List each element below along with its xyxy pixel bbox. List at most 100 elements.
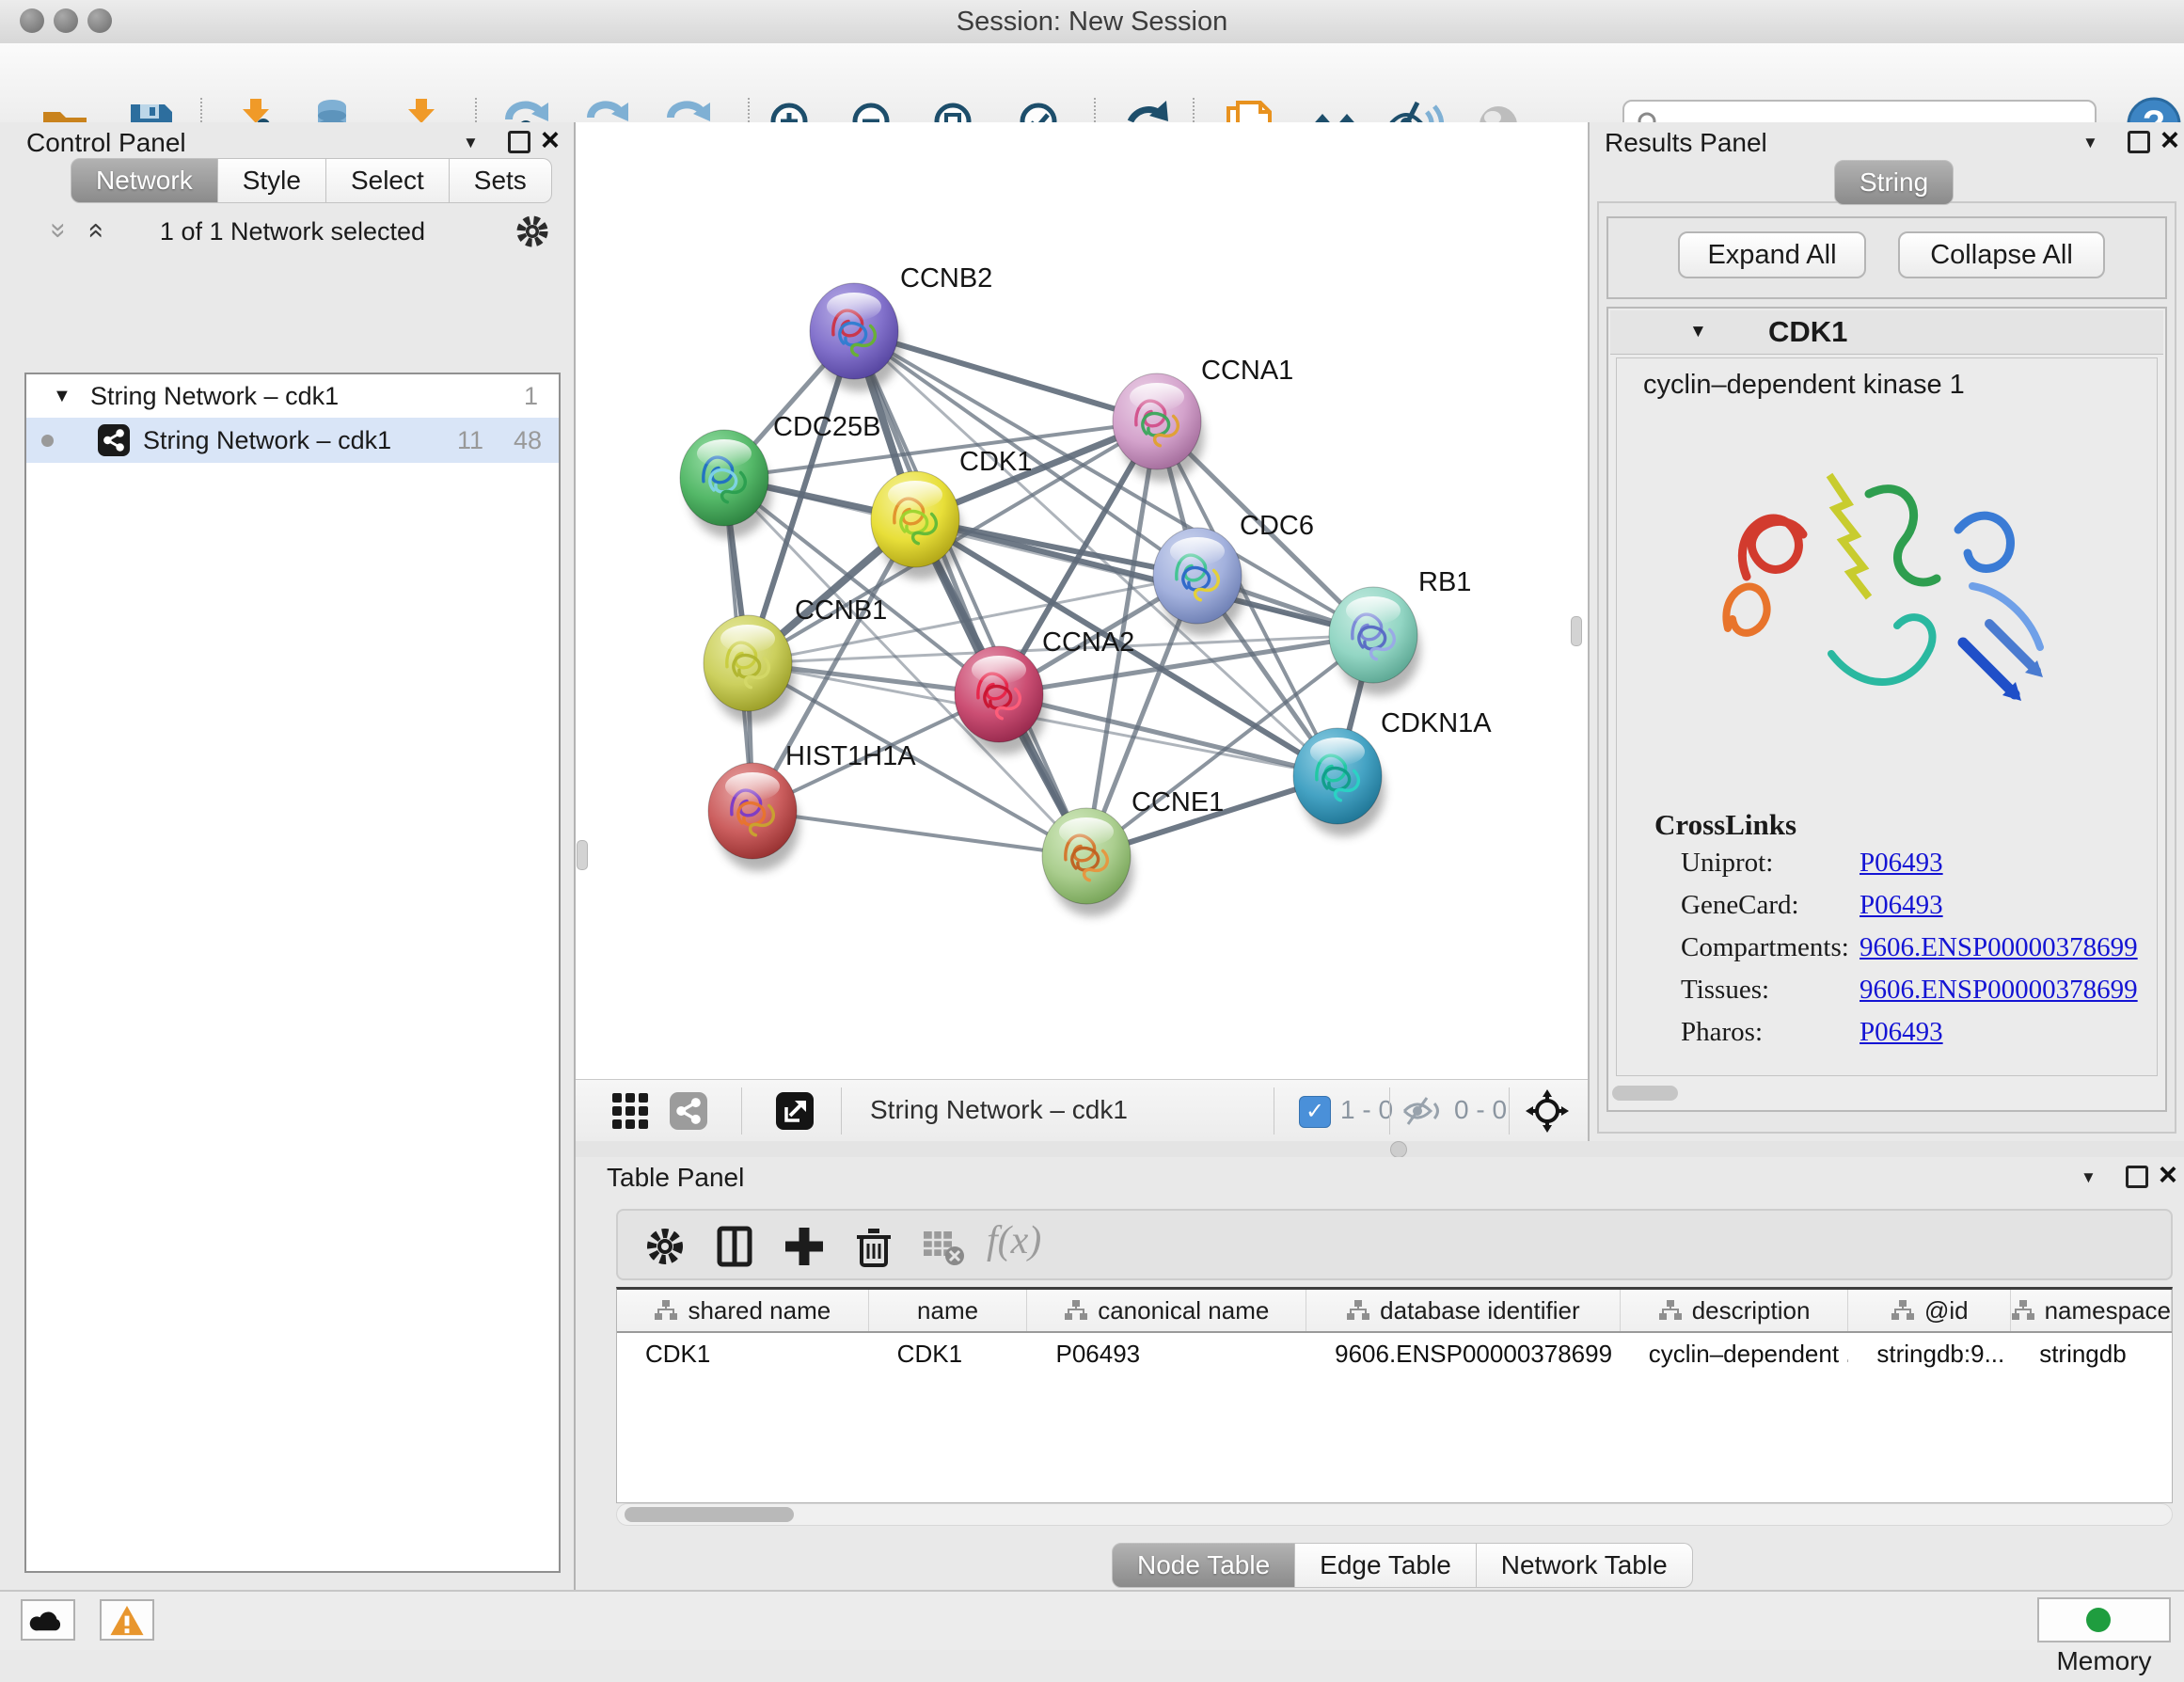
table-hscrollbar[interactable] — [616, 1503, 2173, 1526]
control-panel-menu-icon[interactable]: ▼ — [463, 134, 479, 152]
crosslink-url[interactable]: P06493 — [1860, 890, 1943, 921]
table-cell[interactable]: stringdb — [2011, 1333, 2172, 1374]
network-node-RB1[interactable] — [1329, 587, 1420, 695]
collection-count: 1 — [524, 374, 538, 418]
column-label: description — [1692, 1296, 1811, 1325]
edge-count: 48 — [514, 418, 542, 463]
automation-cloud-button[interactable] — [21, 1599, 75, 1641]
tab-node-table[interactable]: Node Table — [1112, 1543, 1295, 1588]
network-edge[interactable] — [854, 331, 1086, 856]
network-options-gear-icon[interactable] — [514, 213, 551, 250]
main-toolbar: ? — [0, 43, 2184, 124]
column-header-canonical-name[interactable]: canonical name — [1027, 1290, 1306, 1331]
results-panel-menu-icon[interactable]: ▼ — [2082, 134, 2098, 152]
network-tree-item-row[interactable]: String Network – cdk1 11 48 — [26, 418, 559, 463]
network-node-CCNB1[interactable] — [704, 615, 795, 723]
network-node-label: CCNA1 — [1201, 356, 1293, 386]
column-header-description[interactable]: description — [1621, 1290, 1849, 1331]
results-hscroll-thumb[interactable] — [1612, 1086, 1678, 1101]
table-panel-menu-icon[interactable]: ▼ — [2081, 1168, 2097, 1187]
column-type-icon — [1346, 1299, 1370, 1322]
column-header-namespace[interactable]: namespace — [2011, 1290, 2172, 1331]
network-view-icon[interactable] — [670, 1092, 707, 1130]
network-selection-bar: » » 1 of 1 Network selected — [24, 211, 561, 252]
cloud-icon — [28, 1606, 68, 1634]
network-tree: ▼ String Network – cdk1 1 String Network… — [24, 373, 561, 1573]
table-panel-close-icon[interactable]: × — [2159, 1166, 2177, 1184]
control-panel-close-icon[interactable]: × — [541, 131, 560, 150]
collapse-all-button[interactable]: Collapse All — [1898, 231, 2105, 278]
crosslink-row: Pharos:P06493 — [1681, 1017, 2151, 1048]
left-splitter-grip[interactable] — [577, 840, 588, 870]
table-cell[interactable]: CDK1 — [869, 1333, 1028, 1374]
grid-view-icon[interactable] — [611, 1092, 649, 1130]
tree-expand-icon[interactable]: ▼ — [53, 374, 71, 418]
tab-network[interactable]: Network — [71, 158, 218, 203]
table-options-gear-icon[interactable] — [642, 1224, 688, 1269]
right-splitter-grip[interactable] — [1571, 616, 1582, 646]
table-cell[interactable]: CDK1 — [617, 1333, 869, 1374]
show-columns-icon[interactable] — [712, 1224, 757, 1269]
results-panel-float-icon[interactable] — [2128, 131, 2150, 153]
network-node-CDKN1A[interactable] — [1293, 728, 1385, 836]
table-panel-float-icon[interactable] — [2126, 1166, 2148, 1188]
tab-string[interactable]: String — [1834, 160, 1954, 205]
column-header-name[interactable]: name — [869, 1290, 1028, 1331]
control-panel-float-icon[interactable] — [508, 131, 530, 153]
warnings-button[interactable] — [100, 1599, 154, 1641]
table-cell[interactable]: stringdb:9... — [1848, 1333, 2011, 1374]
tab-edge-table[interactable]: Edge Table — [1295, 1543, 1477, 1588]
network-node-CDK1[interactable] — [871, 471, 962, 579]
results-panel-close-icon[interactable]: × — [2160, 131, 2179, 150]
hidden-count: 0 - 0 — [1454, 1080, 1507, 1140]
memory-label: Memory — [2056, 1646, 2151, 1675]
network-canvas[interactable]: CCNB2CCNA1CDC25BCDK1CDC6RB1CCNB1CCNA2CDK… — [576, 122, 1588, 1079]
network-node-CCNA2[interactable] — [955, 646, 1046, 754]
selected-count: 1 - 0 — [1340, 1080, 1393, 1140]
crosslink-url[interactable]: 9606.ENSP00000378699 — [1860, 975, 2138, 1006]
tab-network-table[interactable]: Network Table — [1477, 1543, 1693, 1588]
gene-section-body: cyclin–dependent kinase 1 CrossLinks Uni… — [1616, 357, 2158, 1076]
protein-structure-image — [1690, 417, 2085, 793]
table-header-row: shared namenamecanonical namedatabase id… — [617, 1290, 2172, 1333]
network-node-CDC25B[interactable] — [680, 430, 771, 538]
gene-section-header[interactable]: ▼ CDK1 — [1610, 310, 2163, 355]
hidden-elements-icon[interactable] — [1402, 1096, 1444, 1126]
tab-sets[interactable]: Sets — [450, 158, 552, 203]
table-hscroll-thumb[interactable] — [625, 1507, 794, 1522]
network-node-HIST1H1A[interactable] — [708, 763, 799, 871]
selected-nodes-checkbox[interactable]: ✓ — [1299, 1096, 1331, 1128]
horizontal-splitter[interactable] — [576, 1141, 2184, 1157]
results-panel-title: Results Panel — [1605, 128, 1767, 158]
network-graph[interactable]: CCNB2CCNA1CDC25BCDK1CDC6RB1CCNB1CCNA2CDK… — [576, 122, 1588, 1079]
table-cell[interactable]: 9606.ENSP00000378699 — [1306, 1333, 1621, 1374]
network-edge[interactable] — [752, 811, 1086, 856]
column-header-database-identifier[interactable]: database identifier — [1306, 1290, 1621, 1331]
table-cell[interactable]: P06493 — [1027, 1333, 1306, 1374]
network-node-label: CDK1 — [959, 447, 1032, 477]
network-tree-root-row[interactable]: ▼ String Network – cdk1 1 — [26, 374, 559, 418]
network-node-CCNE1[interactable] — [1042, 808, 1133, 916]
column-type-icon — [1064, 1299, 1088, 1322]
table-toolbar: f(x) — [616, 1209, 2173, 1280]
delete-column-icon[interactable] — [851, 1224, 896, 1269]
crosslink-url[interactable]: P06493 — [1860, 1017, 1943, 1048]
control-panel: Control Panel ▼ × NetworkStyleSelectSets… — [0, 122, 576, 1590]
tab-style[interactable]: Style — [218, 158, 326, 203]
column-header-@id[interactable]: @id — [1848, 1290, 2011, 1331]
network-node-CCNA1[interactable] — [1113, 373, 1204, 482]
expand-all-button[interactable]: Expand All — [1678, 231, 1866, 278]
memory-button[interactable]: Memory — [2037, 1597, 2171, 1642]
table-row[interactable]: CDK1CDK1P064939606.ENSP00000378699cyclin… — [617, 1333, 2172, 1374]
crosslink-url[interactable]: 9606.ENSP00000378699 — [1860, 932, 2138, 963]
tab-select[interactable]: Select — [326, 158, 450, 203]
detach-view-icon[interactable] — [776, 1092, 814, 1130]
crosslink-url[interactable]: P06493 — [1860, 848, 1943, 879]
pan-crosshair-icon[interactable] — [1526, 1089, 1569, 1133]
create-column-icon[interactable] — [782, 1224, 827, 1269]
gene-description: cyclin–dependent kinase 1 — [1643, 370, 1965, 401]
column-header-shared-name[interactable]: shared name — [617, 1290, 869, 1331]
table-cell[interactable]: cyclin–dependent ... — [1621, 1333, 1849, 1374]
network-node-CCNB2[interactable] — [810, 283, 901, 391]
section-collapse-icon[interactable]: ▼ — [1689, 322, 1707, 342]
